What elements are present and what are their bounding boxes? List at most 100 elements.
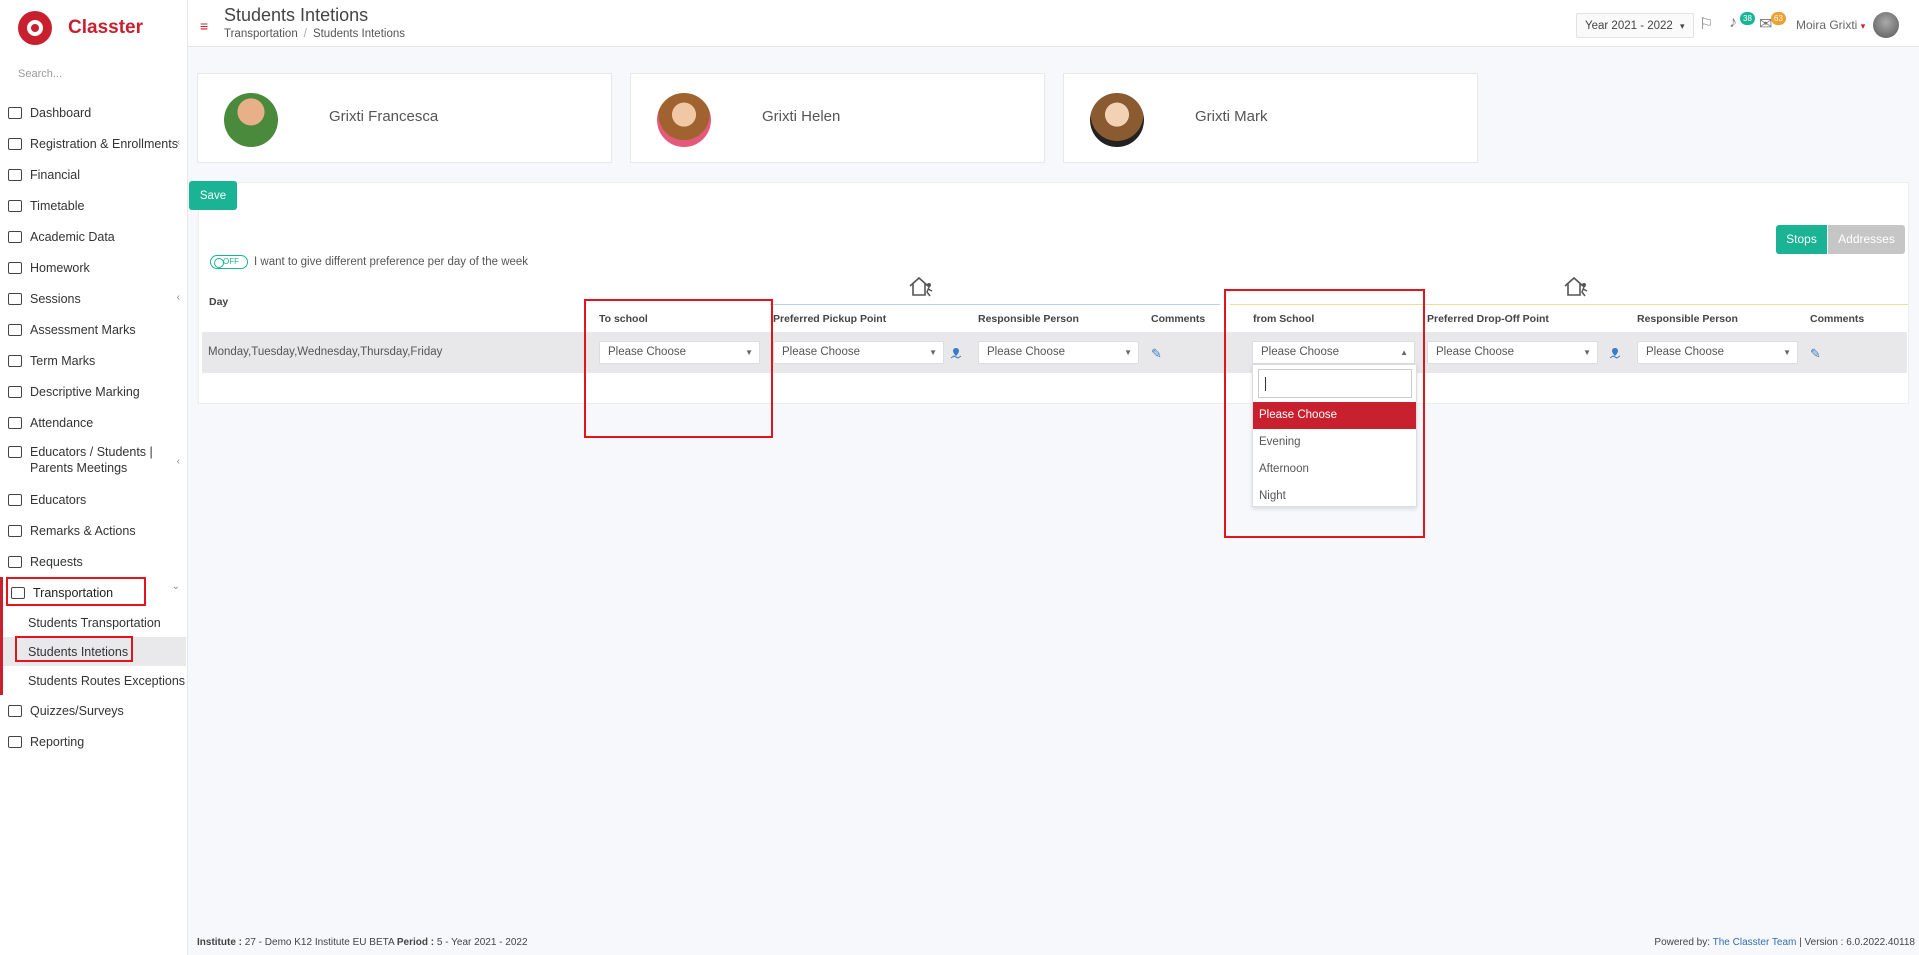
column-header-responsible-from: Responsible Person bbox=[1637, 313, 1738, 325]
dropdown-option[interactable]: Afternoon bbox=[1253, 456, 1416, 483]
dropdown-arrow-icon: ▼ bbox=[1583, 348, 1591, 357]
student-name: Grixti Francesca bbox=[329, 108, 439, 125]
from-school-select[interactable]: Please Choose ▲ bbox=[1252, 341, 1415, 364]
sidebar-item-academic-data[interactable]: Academic Data bbox=[0, 221, 188, 252]
sidebar-item-registration[interactable]: Registration & Enrollments ‹ bbox=[0, 128, 188, 159]
dropdown-option[interactable]: Please Choose bbox=[1253, 402, 1416, 429]
app-logo[interactable]: Classter bbox=[18, 8, 143, 48]
sidebar-sub-students-intetions[interactable]: Students Intetions bbox=[3, 637, 186, 666]
sidebar-item-quizzes[interactable]: Quizzes/Surveys bbox=[0, 695, 188, 726]
bus-icon bbox=[11, 586, 25, 599]
edit-icon bbox=[8, 323, 22, 336]
sidebar-item-label: Homework bbox=[30, 260, 90, 275]
sidebar-item-term-marks[interactable]: Term Marks bbox=[0, 345, 188, 376]
institute-label: Institute : bbox=[197, 937, 242, 948]
bell-icon[interactable]: ♪ bbox=[1729, 14, 1737, 32]
user-avatar[interactable] bbox=[1873, 12, 1899, 38]
dropoff-point-select[interactable]: Please Choose ▼ bbox=[1427, 341, 1598, 364]
user-tie-icon bbox=[8, 493, 22, 506]
map-marker-icon[interactable] bbox=[950, 347, 962, 359]
random-icon bbox=[8, 524, 22, 537]
sidebar-sub-students-routes-exceptions[interactable]: Students Routes Exceptions bbox=[3, 666, 188, 695]
dropdown-option[interactable]: Evening bbox=[1253, 429, 1416, 456]
institution-icon bbox=[8, 137, 22, 150]
caret-down-icon: ▾ bbox=[1680, 21, 1685, 31]
edit-comment-icon[interactable]: ✎ bbox=[1810, 346, 1821, 362]
user-menu[interactable]: Moira Grixti ▾ bbox=[1796, 18, 1865, 32]
top-header: ≡ Students Intetions Transportation / Stud… bbox=[188, 0, 1919, 47]
responsible-from-select[interactable]: Please Choose ▼ bbox=[1637, 341, 1798, 364]
addresses-toggle-button[interactable]: Addresses bbox=[1828, 225, 1905, 254]
sidebar-item-remarks[interactable]: Remarks & Actions bbox=[0, 515, 188, 546]
flag-icon[interactable]: ⚐ bbox=[1699, 14, 1713, 34]
pickup-point-select[interactable]: Please Choose ▼ bbox=[773, 341, 944, 364]
sidebar-item-label: Educators / Students | Parents Meetings bbox=[30, 445, 153, 475]
id-card-icon bbox=[8, 230, 22, 243]
per-day-toggle-label: I want to give different preference per … bbox=[254, 256, 529, 268]
calendar-icon bbox=[8, 199, 22, 212]
sidebar-item-label: Timetable bbox=[30, 198, 85, 213]
sidebar-item-homework[interactable]: Homework bbox=[0, 252, 188, 283]
sidebar-item-label: Academic Data bbox=[30, 229, 115, 244]
breadcrumb-item-current: Students Intetions bbox=[312, 28, 405, 40]
sidebar-item-label: Remarks & Actions bbox=[30, 523, 136, 538]
select-value: Please Choose bbox=[1261, 346, 1339, 358]
chevron-left-icon: ‹ bbox=[176, 456, 180, 467]
stops-toggle-button[interactable]: Stops bbox=[1776, 225, 1827, 254]
sidebar-item-label: Quizzes/Surveys bbox=[30, 703, 124, 718]
laptop-icon bbox=[8, 106, 22, 119]
sidebar-item-meetings[interactable]: Educators / Students | Parents Meetings ‹ bbox=[0, 438, 188, 484]
select-value: Please Choose bbox=[987, 346, 1065, 358]
per-day-toggle[interactable]: OFF bbox=[210, 255, 248, 269]
day-column-header: Day bbox=[209, 296, 229, 308]
sidebar-item-sessions[interactable]: Sessions ‹ bbox=[0, 283, 188, 314]
pencil-icon bbox=[8, 385, 22, 398]
classter-team-link[interactable]: The Classter Team bbox=[1713, 937, 1797, 948]
responsible-to-select[interactable]: Please Choose ▼ bbox=[978, 341, 1139, 364]
dropdown-arrow-up-icon: ▲ bbox=[1400, 348, 1408, 357]
dropdown-option[interactable]: Night bbox=[1253, 483, 1416, 510]
sidebar-item-assessment-marks[interactable]: Assessment Marks bbox=[0, 314, 188, 345]
student-card[interactable]: Grixti Mark bbox=[1063, 73, 1478, 163]
to-school-divider bbox=[770, 304, 1220, 305]
year-selector[interactable]: Year 2021 - 2022 ▾ bbox=[1576, 13, 1694, 38]
student-name: Grixti Mark bbox=[1195, 108, 1268, 125]
save-button[interactable]: Save bbox=[189, 181, 237, 210]
column-header-comments-to: Comments bbox=[1151, 313, 1206, 325]
sidebar-item-educators[interactable]: Educators bbox=[0, 484, 188, 515]
chevron-left-icon: ‹ bbox=[176, 292, 180, 303]
breadcrumb: Transportation / Students Intetions bbox=[224, 28, 405, 40]
sidebar-item-descriptive-marking[interactable]: Descriptive Marking bbox=[0, 376, 188, 407]
print-icon bbox=[8, 735, 22, 748]
sidebar-item-label: Term Marks bbox=[30, 353, 96, 368]
app-name: Classter bbox=[68, 17, 143, 38]
book-icon bbox=[8, 354, 22, 367]
edit-comment-icon[interactable]: ✎ bbox=[1151, 346, 1162, 362]
sidebar-item-dashboard[interactable]: Dashboard bbox=[0, 97, 188, 128]
sidebar-item-transportation[interactable]: Transportation ⌄ bbox=[3, 577, 188, 608]
dropdown-arrow-icon: ▼ bbox=[1124, 348, 1132, 357]
sidebar-item-label: Descriptive Marking bbox=[30, 384, 140, 399]
select-value: Please Choose bbox=[608, 346, 686, 358]
to-school-select[interactable]: Please Choose ▼ bbox=[599, 341, 760, 364]
student-avatar bbox=[1090, 93, 1144, 147]
sidebar-item-reporting[interactable]: Reporting bbox=[0, 726, 188, 757]
sidebar-search-input[interactable]: Search... bbox=[18, 68, 62, 80]
sidebar-item-attendance[interactable]: Attendance bbox=[0, 407, 188, 438]
student-card[interactable]: Grixti Helen bbox=[630, 73, 1045, 163]
sidebar-item-requests[interactable]: Requests bbox=[0, 546, 188, 577]
sidebar-item-timetable[interactable]: Timetable bbox=[0, 190, 188, 221]
list-icon bbox=[8, 261, 22, 274]
student-card[interactable]: Grixti Francesca bbox=[197, 73, 612, 163]
footer-credits: Powered by: The Classter Team | Version … bbox=[1654, 937, 1915, 948]
dropdown-search-input[interactable] bbox=[1258, 369, 1412, 398]
period-label: Period : bbox=[396, 937, 435, 948]
sidebar-sub-students-transportation[interactable]: Students Transportation bbox=[3, 608, 188, 637]
breadcrumb-item[interactable]: Transportation bbox=[224, 28, 298, 40]
version-label: | Version : 6.0.2022.40118 bbox=[1799, 937, 1915, 948]
map-marker-icon[interactable] bbox=[1609, 347, 1621, 359]
sidebar-item-label: Dashboard bbox=[30, 105, 92, 120]
menu-toggle-icon[interactable]: ≡ bbox=[200, 18, 208, 34]
sidebar-item-financial[interactable]: Financial bbox=[0, 159, 188, 190]
meeting-icon bbox=[8, 446, 22, 458]
